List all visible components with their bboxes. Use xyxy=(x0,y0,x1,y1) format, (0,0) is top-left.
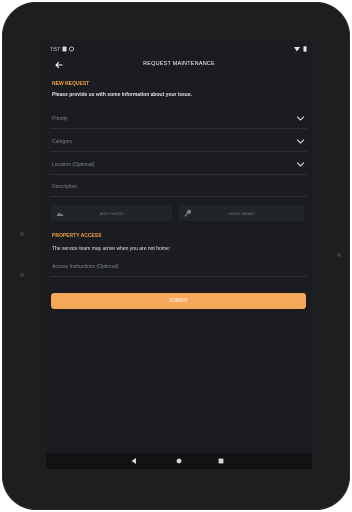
voice-memo-label: VOICE MEMO xyxy=(228,211,255,216)
priority-label: Priority xyxy=(52,116,68,122)
camera-dot xyxy=(20,232,24,236)
battery-icon xyxy=(303,46,307,52)
description-placeholder: Description xyxy=(52,184,78,190)
description-field[interactable]: Description xyxy=(50,178,307,197)
side-dot xyxy=(337,253,341,257)
voice-memo-button[interactable]: VOICE MEMO xyxy=(179,205,304,221)
add-photo-label: ADD PHOTO xyxy=(99,211,124,216)
navigation-bar xyxy=(46,453,312,469)
app-bar: REQUEST MAINTENANCE xyxy=(46,56,312,74)
nav-recents-icon[interactable] xyxy=(217,457,225,465)
submit-button[interactable]: SUBMIT xyxy=(51,293,306,309)
access-instructions-field[interactable]: Access Instructions (Optional) xyxy=(50,258,307,277)
chevron-down-icon xyxy=(296,162,305,167)
access-instructions-placeholder: Access Instructions (Optional) xyxy=(52,264,119,270)
nav-back-icon[interactable] xyxy=(130,457,138,465)
location-select[interactable]: Location (Optional) xyxy=(50,156,307,175)
new-request-heading: NEW REQUEST xyxy=(52,81,90,87)
tablet-frame: 7:57 REQUEST MAINTENANCE NEW REQUEST Ple… xyxy=(2,2,350,510)
app-screen: 7:57 REQUEST MAINTENANCE NEW REQUEST Ple… xyxy=(46,42,312,469)
property-access-heading: PROPERTY ACCESS xyxy=(52,233,102,239)
sensor-dot xyxy=(20,273,24,277)
category-select[interactable]: Category xyxy=(50,133,307,152)
page-title: REQUEST MAINTENANCE xyxy=(143,61,215,67)
add-photo-button[interactable]: ADD PHOTO xyxy=(51,205,172,221)
sync-icon xyxy=(69,46,74,52)
notification-icon xyxy=(62,46,67,52)
priority-select[interactable]: Priority xyxy=(50,110,307,129)
wifi-icon xyxy=(294,47,300,52)
chevron-down-icon xyxy=(296,139,305,144)
submit-label: SUBMIT xyxy=(169,298,188,304)
chevron-down-icon xyxy=(296,116,305,121)
intro-text: Please provide us with some information … xyxy=(52,92,193,98)
status-time: 7:57 xyxy=(50,47,60,53)
access-note: The service team may arrive when you are… xyxy=(52,246,171,252)
status-bar: 7:57 xyxy=(46,42,312,56)
category-label: Category xyxy=(52,139,73,145)
nav-home-icon[interactable] xyxy=(175,457,183,465)
location-label: Location (Optional) xyxy=(52,162,95,168)
